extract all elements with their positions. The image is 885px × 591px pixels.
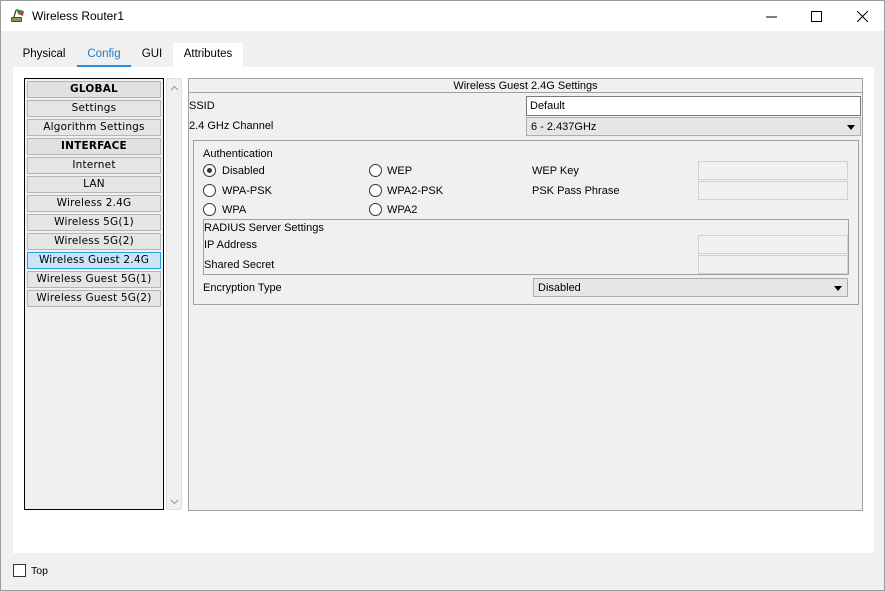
wep-key-input[interactable]	[698, 161, 848, 180]
authentication-label: Authentication	[203, 148, 273, 160]
encryption-type-select[interactable]: Disabled	[533, 278, 848, 297]
scroll-up-icon[interactable]	[170, 84, 179, 93]
sidebar-scrollbar[interactable]	[166, 78, 182, 510]
sidebar-item-wireless-5g-2[interactable]: Wireless 5G(2)	[27, 233, 161, 250]
chevron-down-icon	[847, 125, 855, 130]
ssid-input[interactable]: Default	[526, 96, 861, 116]
close-icon	[856, 10, 868, 22]
panel-title: Wireless Guest 2.4G Settings	[189, 79, 862, 93]
window-title: Wireless Router1	[32, 9, 125, 23]
channel-label: 2.4 GHz Channel	[189, 120, 274, 132]
auth-wep-radio[interactable]	[369, 164, 382, 177]
channel-select[interactable]: 6 - 2.437GHz	[526, 117, 861, 136]
auth-wpa2-label: WPA2	[387, 204, 418, 216]
tab-attributes[interactable]: Attributes	[173, 43, 243, 67]
ssid-label: SSID	[189, 100, 215, 112]
tab-config[interactable]: Config	[77, 43, 131, 68]
top-checkbox[interactable]	[13, 564, 26, 577]
wep-key-label: WEP Key	[532, 165, 579, 177]
sidebar-item-wireless-5g-1[interactable]: Wireless 5G(1)	[27, 214, 161, 231]
sidebar-item-wireless-guest-2-4g[interactable]: Wireless Guest 2.4G	[27, 252, 161, 269]
auth-wpa2-psk-radio[interactable]	[369, 184, 382, 197]
config-sidebar: GLOBAL Settings Algorithm Settings INTER…	[24, 78, 164, 510]
close-button[interactable]	[839, 1, 885, 31]
top-checkbox-label: Top	[31, 565, 48, 577]
sidebar-item-wireless-guest-5g-1[interactable]: Wireless Guest 5G(1)	[27, 271, 161, 288]
chevron-down-icon	[834, 286, 842, 291]
ip-address-label: IP Address	[204, 239, 257, 251]
sidebar-item-algorithm-settings[interactable]: Algorithm Settings	[27, 119, 161, 136]
minimize-icon	[765, 16, 777, 17]
auth-disabled-radio[interactable]	[203, 164, 216, 177]
radius-shared-secret-input[interactable]	[698, 255, 848, 274]
radius-settings-group: RADIUS Server Settings IP Address Shared…	[203, 219, 849, 275]
settings-panel: Wireless Guest 2.4G Settings SSID Defaul…	[188, 78, 863, 511]
shared-secret-label: Shared Secret	[204, 259, 275, 271]
app-window: Wireless Router1 Physical Config GUI Att…	[0, 0, 885, 591]
sidebar-item-settings[interactable]: Settings	[27, 100, 161, 117]
psk-pass-phrase-input[interactable]	[698, 181, 848, 200]
sidebar-header-global: GLOBAL	[27, 81, 161, 98]
tab-gui[interactable]: GUI	[135, 43, 169, 67]
maximize-button[interactable]	[793, 1, 839, 31]
encryption-type-label: Encryption Type	[203, 282, 282, 294]
tab-physical[interactable]: Physical	[13, 43, 75, 67]
router-icon	[11, 9, 24, 22]
auth-wpa-psk-label: WPA-PSK	[222, 185, 272, 197]
maximize-icon	[810, 10, 822, 22]
auth-wpa2-psk-label: WPA2-PSK	[387, 185, 444, 197]
auth-disabled-label: Disabled	[222, 165, 265, 177]
authentication-group: Authentication Disabled WEP WEP Key WPA-…	[193, 140, 859, 305]
auth-wpa-radio[interactable]	[203, 203, 216, 216]
psk-pass-phrase-label: PSK Pass Phrase	[532, 185, 620, 197]
sidebar-item-lan[interactable]: LAN	[27, 176, 161, 193]
radius-settings-label: RADIUS Server Settings	[204, 222, 324, 234]
auth-wep-label: WEP	[387, 165, 413, 177]
sidebar-item-wireless-2-4g[interactable]: Wireless 2.4G	[27, 195, 161, 212]
sidebar-item-internet[interactable]: Internet	[27, 157, 161, 174]
title-bar: Wireless Router1	[1, 1, 884, 31]
sidebar-header-interface: INTERFACE	[27, 138, 161, 155]
scroll-down-icon[interactable]	[170, 497, 179, 506]
config-panel: GLOBAL Settings Algorithm Settings INTER…	[13, 67, 874, 553]
auth-wpa-psk-radio[interactable]	[203, 184, 216, 197]
sidebar-item-wireless-guest-5g-2[interactable]: Wireless Guest 5G(2)	[27, 290, 161, 307]
minimize-button[interactable]	[748, 1, 794, 31]
auth-wpa2-radio[interactable]	[369, 203, 382, 216]
auth-wpa-label: WPA	[222, 204, 247, 216]
radius-ip-input[interactable]	[698, 235, 848, 254]
